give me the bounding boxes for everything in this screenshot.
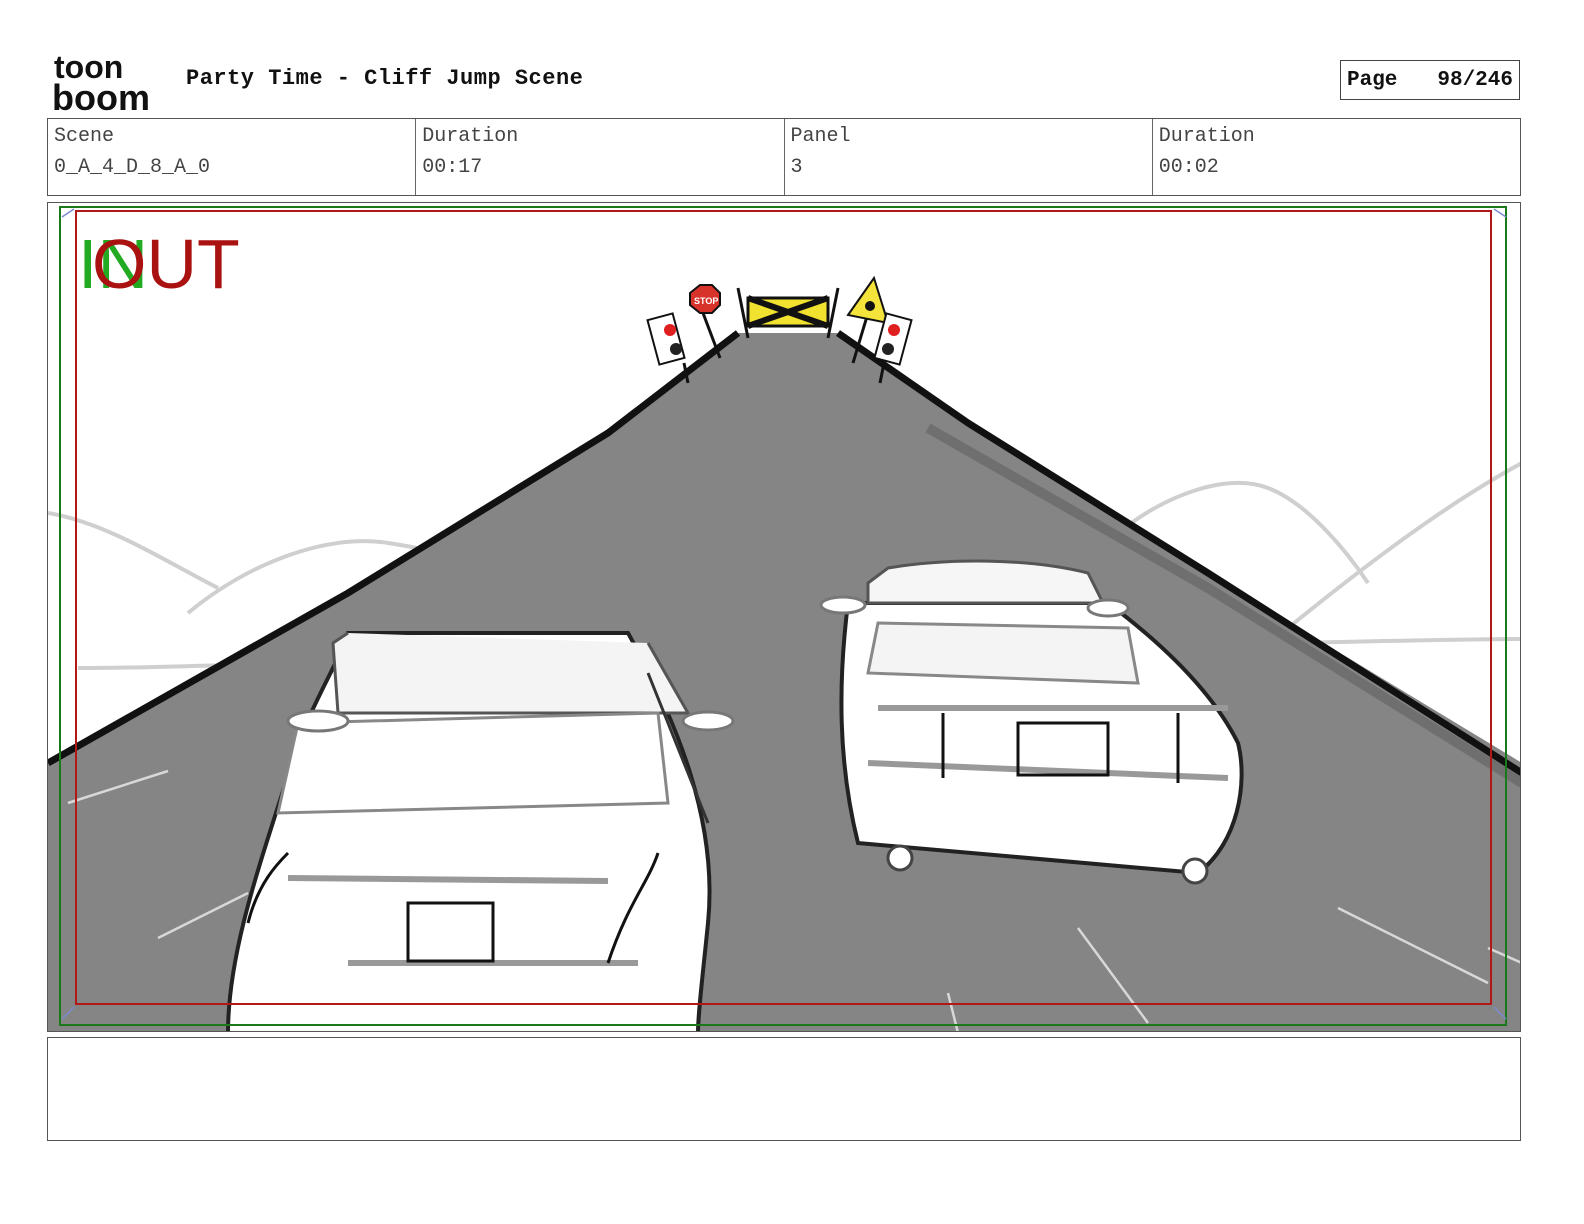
panel-value: 3 — [790, 156, 803, 179]
panel-drawing: STOP — [48, 206, 1520, 1031]
info-table: Scene 0_A_4_D_8_A_0 Duration 00:17 Panel… — [47, 118, 1521, 196]
scene-cell: Scene 0_A_4_D_8_A_0 — [48, 119, 417, 195]
page-label: Page — [1347, 68, 1398, 92]
panel-cell: Panel 3 — [785, 119, 1153, 195]
out-marker: OUT — [92, 225, 240, 303]
scene-label: Scene — [54, 125, 115, 148]
panel-duration-value: 00:02 — [1158, 156, 1219, 179]
document-title: Party Time - Cliff Jump Scene — [186, 66, 584, 91]
toonboom-logo: toon boom — [52, 49, 164, 118]
stop-sign: STOP — [689, 284, 722, 359]
panel-duration-cell: Duration 00:02 — [1153, 119, 1520, 195]
scene-duration-cell: Duration 00:17 — [416, 119, 785, 195]
page-number: 98/246 — [1437, 68, 1513, 92]
page-indicator: Page 98/246 — [1340, 60, 1520, 100]
storyboard-panel: STOP IN OUT — [47, 202, 1521, 1032]
scene-duration-value: 00:17 — [422, 156, 483, 179]
panel-label: Panel — [790, 125, 851, 148]
scene-value: 0_A_4_D_8_A_0 — [54, 156, 211, 179]
panel-duration-label: Duration — [1158, 125, 1255, 148]
logo-bottom-text: boom — [52, 77, 150, 114]
panel-caption-box[interactable] — [47, 1037, 1521, 1141]
barricade — [736, 287, 840, 339]
stop-sign-text: STOP — [694, 296, 718, 306]
scene-duration-label: Duration — [422, 125, 519, 148]
